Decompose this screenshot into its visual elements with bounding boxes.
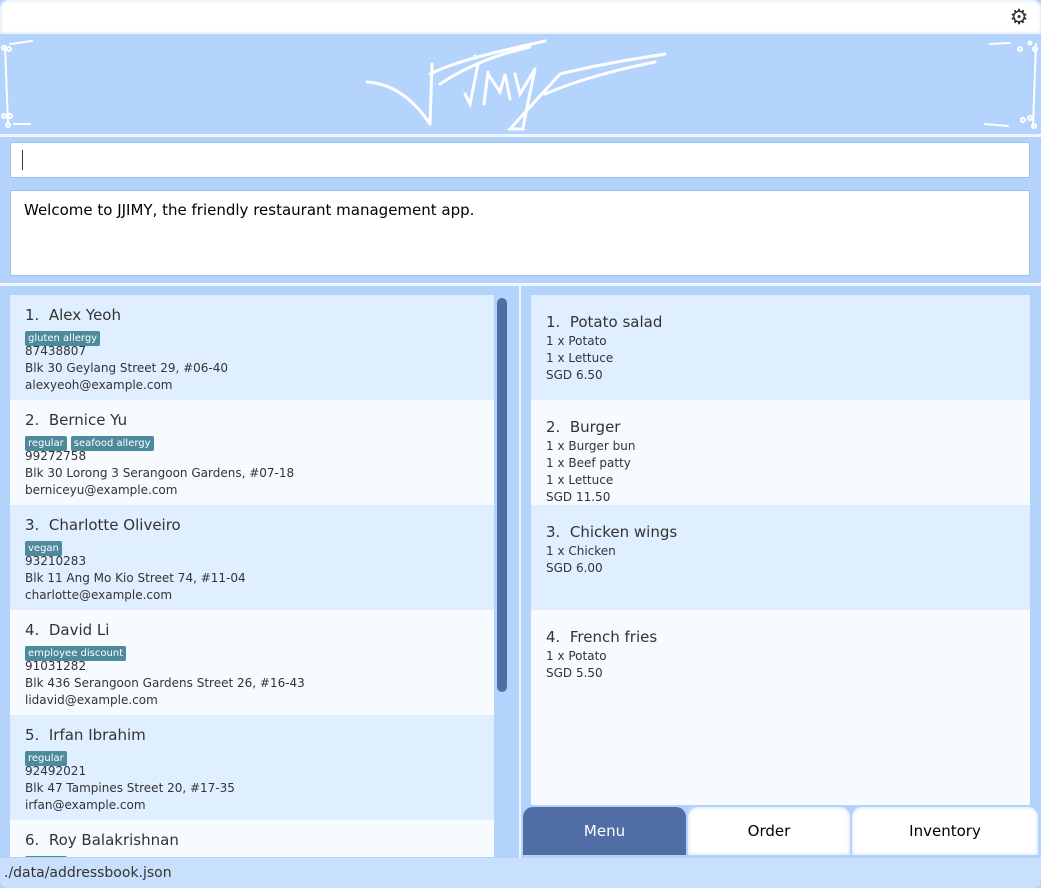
menu-item-name: 1. Potato salad bbox=[546, 313, 1015, 331]
person-index: 5. bbox=[25, 726, 40, 744]
result-display: Welcome to JJIMY, the friendly restauran… bbox=[10, 190, 1030, 276]
person-name-text: Bernice Yu bbox=[48, 411, 128, 429]
gear-icon[interactable]: ⚙ bbox=[1007, 5, 1031, 29]
menu-item-index: 1. bbox=[546, 313, 561, 331]
ingredient: 1 x Lettuce bbox=[546, 473, 614, 487]
person-index: 3. bbox=[25, 516, 40, 534]
ingredient: 1 x Lettuce bbox=[546, 351, 614, 365]
tab-label: Order bbox=[747, 822, 791, 840]
person-card[interactable]: 1. Alex Yeoh gluten allergy 87438807 Blk 30… bbox=[10, 295, 494, 400]
tag-list: gluten allergy bbox=[25, 326, 479, 346]
command-input[interactable] bbox=[11, 143, 1029, 177]
ingredient: 1 x Burger bun bbox=[546, 439, 636, 453]
person-name: 4. David Li bbox=[25, 621, 479, 639]
tab-order[interactable]: Order bbox=[688, 807, 850, 855]
person-name-text: Charlotte Oliveiro bbox=[48, 516, 181, 534]
menu-item-name-text: Potato salad bbox=[569, 313, 663, 331]
person-name-text: David Li bbox=[48, 621, 110, 639]
person-address: Blk 47 Tampines Street 20, #17-35 bbox=[25, 781, 235, 795]
person-name: 1. Alex Yeoh bbox=[25, 306, 479, 324]
command-box[interactable] bbox=[10, 142, 1030, 178]
person-name: 5. Irfan Ibrahim bbox=[25, 726, 479, 744]
split-pane-divider[interactable] bbox=[519, 286, 521, 858]
menu-item-price: SGD 11.50 bbox=[546, 490, 611, 504]
menu-item-card[interactable]: 1. Potato salad 1 x Potato 1 x Lettuce SGD … bbox=[531, 295, 1030, 400]
person-list-scrollbar[interactable] bbox=[497, 298, 507, 692]
menu-item-price: SGD 6.00 bbox=[546, 561, 603, 575]
ingredient: 1 x Potato bbox=[546, 649, 607, 663]
tag-list: regular seafood allergy bbox=[25, 431, 479, 451]
tab-label: Menu bbox=[583, 822, 626, 840]
menu-list[interactable]: 1. Potato salad 1 x Potato 1 x Lettuce SGD … bbox=[531, 295, 1030, 805]
menu-item-name: 4. French fries bbox=[546, 628, 1015, 646]
menu-item-index: 3. bbox=[546, 523, 561, 541]
person-name-text: Irfan Ibrahim bbox=[48, 726, 146, 744]
tag-list: vegan bbox=[25, 536, 479, 556]
ingredient: 1 x Chicken bbox=[546, 544, 616, 558]
person-address: Blk 30 Lorong 3 Serangoon Gardens, #07-1… bbox=[25, 466, 295, 480]
person-card[interactable]: 6. Roy Balakrishnan regular bbox=[10, 820, 494, 857]
person-card[interactable]: 3. Charlotte Oliveiro vegan 93210283 Blk 11… bbox=[10, 505, 494, 610]
menu-item-name-text: Burger bbox=[569, 418, 621, 436]
person-email: lidavid@example.com bbox=[25, 693, 158, 707]
ingredient: 1 x Beef patty bbox=[546, 456, 631, 470]
person-email: charlotte@example.com bbox=[25, 588, 173, 602]
person-email: alexyeoh@example.com bbox=[25, 378, 173, 392]
person-index: 2. bbox=[25, 411, 40, 429]
person-address: Blk 30 Geylang Street 29, #06-40 bbox=[25, 361, 229, 375]
person-email: irfan@example.com bbox=[25, 798, 146, 812]
tab-menu[interactable]: Menu bbox=[523, 807, 686, 855]
person-card[interactable]: 2. Bernice Yu regular seafood allergy 99272… bbox=[10, 400, 494, 505]
menu-item-price: SGD 5.50 bbox=[546, 666, 603, 680]
person-address: Blk 436 Serangoon Gardens Street 26, #16… bbox=[25, 676, 305, 690]
person-list[interactable]: 1. Alex Yeoh gluten allergy 87438807 Blk 30… bbox=[10, 295, 494, 857]
person-card[interactable]: 5. Irfan Ibrahim regular 92492021 Blk 47 Ta… bbox=[10, 715, 494, 820]
tab-inventory[interactable]: Inventory bbox=[852, 807, 1038, 855]
ingredient: 1 x Potato bbox=[546, 334, 607, 348]
person-name: 2. Bernice Yu bbox=[25, 411, 479, 429]
menu-item-name: 3. Chicken wings bbox=[546, 523, 1015, 541]
jjimy-logo bbox=[1, 39, 1038, 131]
person-phone: 92492021 bbox=[25, 764, 87, 778]
menu-item-card[interactable]: 3. Chicken wings 1 x Chicken SGD 6.00 bbox=[531, 505, 1030, 610]
menu-item-index: 4. bbox=[546, 628, 561, 646]
menu-item-name: 2. Burger bbox=[546, 418, 1015, 436]
menu-item-price: SGD 6.50 bbox=[546, 368, 603, 382]
menu-item-name-text: Chicken wings bbox=[569, 523, 678, 541]
person-card[interactable]: 4. David Li employee discount 91031282 Blk … bbox=[10, 610, 494, 715]
person-name: 6. Roy Balakrishnan bbox=[25, 831, 479, 849]
person-index: 6. bbox=[25, 831, 40, 849]
tag-list: regular bbox=[25, 746, 479, 766]
person-name-text: Roy Balakrishnan bbox=[48, 831, 179, 849]
logo-banner bbox=[0, 34, 1041, 137]
tag-list: regular bbox=[25, 851, 479, 857]
status-bar-file-path: ./data/addressbook.json bbox=[0, 858, 1041, 888]
menu-item-name-text: French fries bbox=[569, 628, 658, 646]
menu-item-card[interactable]: 2. Burger 1 x Burger bun 1 x Beef patty 1 x… bbox=[531, 400, 1030, 505]
title-bar bbox=[0, 0, 1041, 34]
person-phone: 93210283 bbox=[25, 554, 87, 568]
person-address: Blk 11 Ang Mo Kio Street 74, #11-04 bbox=[25, 571, 246, 585]
person-index: 1. bbox=[25, 306, 40, 324]
person-email: berniceyu@example.com bbox=[25, 483, 178, 497]
person-name: 3. Charlotte Oliveiro bbox=[25, 516, 479, 534]
tag-list: employee discount bbox=[25, 641, 479, 661]
tag-badge: regular bbox=[25, 856, 67, 857]
person-index: 4. bbox=[25, 621, 40, 639]
menu-item-card[interactable]: 4. French fries 1 x Potato SGD 5.50 bbox=[531, 610, 1030, 715]
menu-item-index: 2. bbox=[546, 418, 561, 436]
text-cursor bbox=[22, 150, 23, 170]
tab-label: Inventory bbox=[909, 822, 981, 840]
person-name-text: Alex Yeoh bbox=[48, 306, 121, 324]
